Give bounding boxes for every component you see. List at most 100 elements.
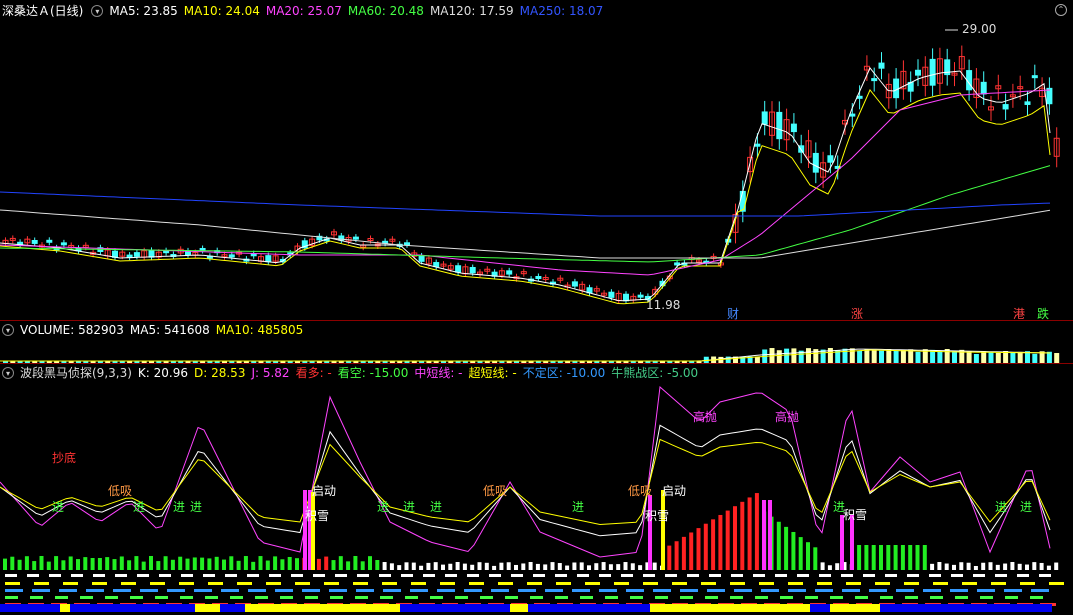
candle-body (1031, 75, 1038, 79)
indicator-bar (492, 565, 497, 570)
zone-strip (830, 604, 880, 612)
zone-dash (830, 596, 843, 599)
zone-dash (280, 596, 293, 599)
zone-dash (630, 596, 643, 599)
volume-settings-icon[interactable]: ▾ (2, 324, 14, 336)
indicator-bar (90, 558, 95, 570)
zone-dash (599, 574, 611, 577)
zone-dash (205, 596, 218, 599)
zone-dash (730, 596, 743, 599)
ma120-label: MA120: 17.59 (429, 4, 514, 18)
label-dixi-1: 低吸 (108, 484, 133, 498)
zone-dash (653, 589, 671, 592)
zone-dash (92, 582, 107, 585)
indicator-bar (141, 561, 146, 570)
zone-dash (247, 574, 259, 577)
zone-dash (930, 596, 943, 599)
indicator-bar (419, 565, 424, 570)
indicator-bar (616, 564, 621, 570)
indicator-bar (470, 564, 475, 570)
zone-dash (5, 582, 20, 585)
label-chaodi: 抄底 (52, 451, 77, 465)
indicator-bar (514, 564, 518, 570)
signal-column (850, 515, 854, 570)
indicator-bar (119, 556, 124, 570)
indicator-bar (222, 559, 226, 570)
volume-ma10-label: MA10: 485805 (215, 323, 304, 337)
zone-dash (5, 574, 17, 577)
indicator-bar (178, 556, 183, 570)
volume-chart[interactable] (0, 339, 1073, 363)
volume-bar (1017, 351, 1023, 363)
volume-bar (776, 350, 782, 363)
volume-bar (893, 350, 899, 363)
indicator-bar (791, 531, 796, 570)
zone-dash (491, 589, 509, 592)
indicator-bar (820, 562, 825, 570)
indicator-bar (689, 532, 694, 570)
label-jin-6: 进 (403, 500, 416, 514)
zone-dash (353, 582, 368, 585)
zone-strip (0, 604, 30, 612)
collapse-icon[interactable]: ⌃ (1055, 4, 1067, 16)
indicator-bar (871, 545, 876, 570)
ma250-label: MA250: 18.07 (519, 4, 604, 18)
zone-dash (680, 596, 693, 599)
volume-bar (1032, 353, 1038, 363)
k-line (0, 424, 1051, 537)
zone-dash (130, 596, 143, 599)
main-settings-icon[interactable]: ▾ (91, 5, 104, 17)
zone-dash (203, 574, 215, 577)
indicator-bar (579, 562, 584, 570)
zone-dash (1005, 596, 1018, 599)
j-line (0, 385, 1051, 558)
candle-body (133, 252, 140, 257)
zone-dash (753, 574, 765, 577)
indicator-bar (295, 558, 299, 570)
candle-body (849, 113, 856, 117)
zone-dash (55, 596, 68, 599)
ma5-label: MA5: 23.85 (109, 4, 178, 18)
indicator-bar (149, 556, 153, 570)
zone-dash (962, 582, 977, 585)
indicator-bar (587, 565, 591, 570)
candle-body (352, 236, 359, 240)
zone-dash (995, 574, 1007, 577)
indicator-bar (908, 545, 913, 570)
volume-bar (791, 348, 797, 363)
indicator-bar (448, 563, 453, 570)
candle-body (1046, 87, 1053, 105)
zone-dash (759, 582, 774, 585)
label-jin-5: 进 (377, 500, 390, 514)
indicator-bar (214, 556, 219, 570)
indicator-bar (718, 514, 723, 570)
candle-body (929, 58, 936, 86)
candle-body (126, 254, 133, 258)
zone-dash (863, 574, 875, 577)
zone-dash (295, 582, 310, 585)
zone-dash (498, 582, 513, 585)
indicator-bar (163, 556, 168, 570)
zone-dash (775, 574, 787, 577)
zone-dash (464, 589, 482, 592)
zone-dash (255, 596, 268, 599)
zone-dash (302, 589, 320, 592)
high-price-label: 29.00 (962, 22, 997, 36)
zone-dash (1031, 589, 1049, 592)
indicator-bar (608, 564, 613, 570)
volume-bar (995, 352, 1001, 363)
candle-body (455, 265, 462, 273)
price-chart[interactable] (0, 20, 1073, 320)
label-qidong-1: 启动 (312, 484, 337, 498)
indicator-bar (696, 528, 701, 570)
zone-dash (687, 574, 699, 577)
zone-dash (545, 589, 563, 592)
indicator-settings-icon[interactable]: ▾ (2, 367, 14, 379)
candle-body (60, 242, 67, 246)
volume-bar (915, 351, 921, 363)
indicator-bar (667, 545, 672, 570)
zone-dash (59, 589, 77, 592)
indicator-bar (623, 562, 628, 570)
indicator-chart[interactable] (0, 382, 1073, 615)
zone-dash (1017, 574, 1029, 577)
